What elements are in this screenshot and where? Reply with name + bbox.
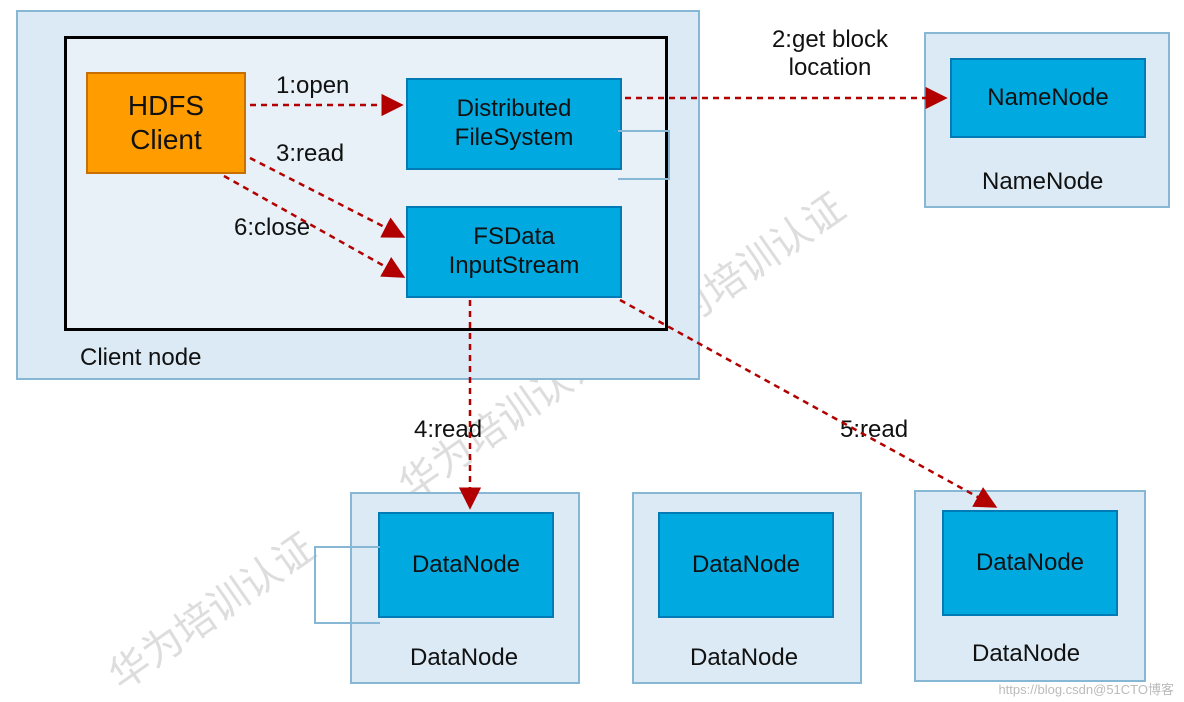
datanode-label-2: DataNode xyxy=(690,644,798,672)
client-node-label: Client node xyxy=(80,344,201,372)
datanode-label-3: DataNode xyxy=(972,640,1080,668)
datanode-label-1: DataNode xyxy=(410,644,518,672)
datanode-box-2: DataNode xyxy=(658,512,834,618)
namenode-panel-label: NameNode xyxy=(982,168,1103,196)
fsdata-inputstream-box: FSData InputStream xyxy=(406,206,622,298)
datanode-box-3: DataNode xyxy=(942,510,1118,616)
label-5-read: 5:read xyxy=(840,416,908,444)
label-6-close: 6:close xyxy=(234,214,310,242)
label-1-open: 1:open xyxy=(276,72,349,100)
hdfs-client-box: HDFS Client xyxy=(86,72,246,174)
datanode-self-loop xyxy=(314,546,380,624)
datanode-box-1: DataNode xyxy=(378,512,554,618)
diagram-stage: 华为培训认证 华为培训认证 华为培训认证 华为培 Client node HDF… xyxy=(0,0,1184,702)
namenode-box: NameNode xyxy=(950,58,1146,138)
dfs-connector xyxy=(618,130,670,180)
distributed-filesystem-box: Distributed FileSystem xyxy=(406,78,622,170)
watermark: 华为培训认证 xyxy=(95,516,325,701)
label-3-read: 3:read xyxy=(276,140,344,168)
label-4-read: 4:read xyxy=(414,416,482,444)
footer-watermark: https://blog.csdn@51CTO博客 xyxy=(998,679,1174,698)
label-2-get-block: 2:get block location xyxy=(740,26,920,82)
